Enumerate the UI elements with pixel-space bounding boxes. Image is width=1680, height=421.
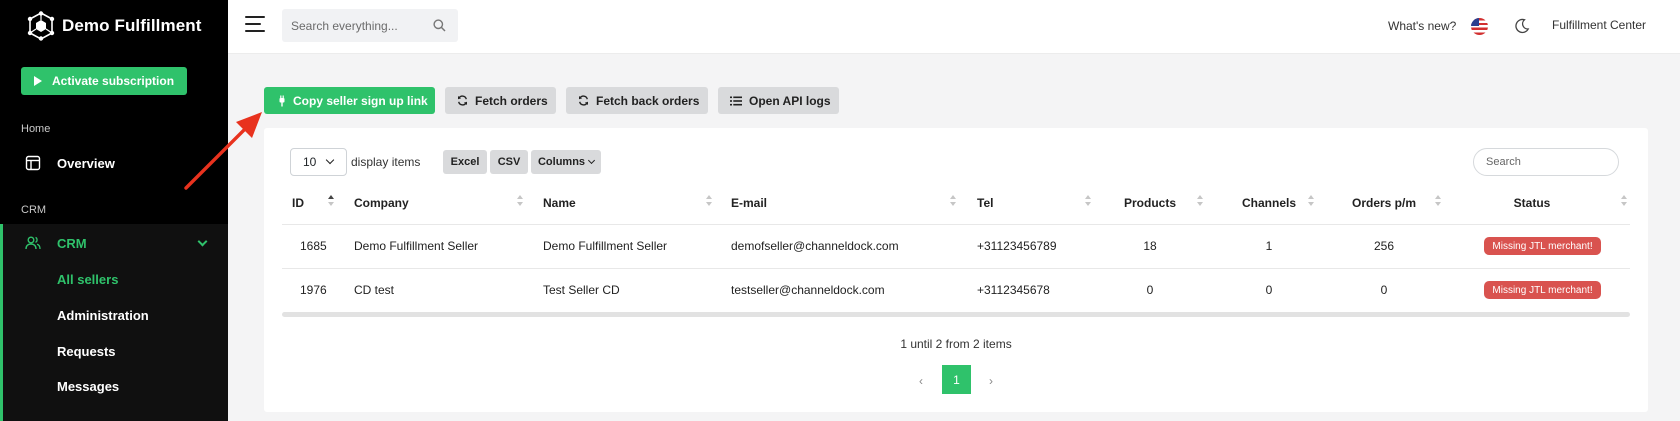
- topbar: What's new? Fulfillment Center: [228, 0, 1680, 54]
- cell-products: 18: [1143, 239, 1157, 253]
- columns-label: Columns: [537, 156, 586, 168]
- sync-icon: [579, 95, 588, 106]
- plug-icon: [279, 95, 285, 106]
- column-header-orders[interactable]: Orders p/m: [1334, 196, 1434, 210]
- column-header-tel[interactable]: Tel: [977, 196, 993, 210]
- layout-icon: [25, 155, 41, 171]
- play-icon: [34, 76, 42, 86]
- cell-orders: 256: [1373, 239, 1395, 253]
- cell-channels: 0: [1265, 283, 1273, 297]
- annotation-arrow-icon: [184, 112, 262, 190]
- brand[interactable]: Demo Fulfillment: [26, 10, 202, 42]
- copy-signup-link-label: Copy seller sign up link: [293, 93, 428, 108]
- sync-icon: [458, 95, 467, 106]
- cell-id: 1685: [300, 239, 327, 253]
- column-header-company[interactable]: Company: [354, 196, 409, 210]
- sidebar-item-crm-label: CRM: [57, 235, 87, 251]
- row-divider: [282, 268, 1630, 269]
- crm-submenu: CRM All sellers Administration Requests …: [0, 224, 228, 421]
- fetch-back-orders-button[interactable]: Fetch back orders: [566, 87, 708, 114]
- chevron-down-icon: [325, 155, 335, 165]
- sort-icon[interactable]: [1620, 194, 1628, 208]
- export-csv-button[interactable]: CSV: [490, 150, 528, 174]
- open-api-logs-label: Open API logs: [749, 93, 831, 108]
- pagination-prev-button[interactable]: ‹: [908, 368, 934, 394]
- cell-name: Test Seller CD: [543, 283, 620, 297]
- status-badge: Missing JTL merchant!: [1484, 281, 1601, 299]
- fetch-back-orders-label: Fetch back orders: [596, 93, 700, 108]
- us-flag-icon[interactable]: [1471, 18, 1488, 35]
- table-search-input[interactable]: [1474, 149, 1604, 175]
- global-search: [282, 9, 458, 42]
- fetch-orders-button[interactable]: Fetch orders: [445, 87, 556, 114]
- whats-new-link[interactable]: What's new?: [1388, 19, 1456, 33]
- columns-dropdown-button[interactable]: Columns: [531, 150, 601, 174]
- sidebar-item-all-sellers[interactable]: All sellers: [57, 272, 118, 287]
- sidebar-item-requests[interactable]: Requests: [57, 344, 116, 359]
- cell-email: demofseller@channeldock.com: [731, 239, 899, 253]
- section-label-crm: CRM: [21, 204, 47, 216]
- export-excel-button[interactable]: Excel: [443, 150, 487, 174]
- users-icon: [25, 236, 41, 250]
- display-items-label: display items: [351, 155, 421, 169]
- account-menu[interactable]: Fulfillment Center: [1552, 18, 1646, 32]
- sort-icon[interactable]: [1084, 194, 1092, 208]
- moon-icon[interactable]: [1514, 18, 1530, 34]
- sort-icon[interactable]: [705, 194, 713, 208]
- search-icon[interactable]: [433, 19, 446, 32]
- cell-company: Demo Fulfillment Seller: [354, 239, 479, 253]
- pagination-info: 1 until 2 from 2 items: [900, 337, 1012, 351]
- global-search-input[interactable]: [282, 9, 422, 42]
- sidebar-item-overview-label: Overview: [57, 155, 115, 171]
- page-length-select[interactable]: 10: [290, 148, 347, 176]
- pagination-page-1[interactable]: 1: [942, 365, 971, 394]
- row-divider: [282, 224, 1630, 225]
- cell-email: testseller@channeldock.com: [731, 283, 885, 297]
- sidebar-item-administration[interactable]: Administration: [57, 308, 149, 323]
- sort-icon[interactable]: [1434, 194, 1442, 208]
- activate-subscription-button[interactable]: Activate subscription: [21, 67, 187, 95]
- column-header-products[interactable]: Products: [1110, 196, 1190, 210]
- cell-products: 0: [1146, 283, 1154, 297]
- cell-id: 1976: [300, 283, 327, 297]
- sellers-table-card: 10 display items Excel CSV Columns ID Co…: [264, 128, 1648, 412]
- cell-name: Demo Fulfillment Seller: [543, 239, 668, 253]
- sort-icon[interactable]: [949, 194, 957, 208]
- table-search: [1473, 148, 1619, 176]
- column-header-name[interactable]: Name: [543, 196, 576, 210]
- brand-name: Demo Fulfillment: [62, 16, 202, 35]
- sidebar-item-messages[interactable]: Messages: [57, 379, 119, 394]
- cell-orders: 0: [1380, 283, 1388, 297]
- sidebar: Demo Fulfillment Activate subscription H…: [0, 0, 228, 421]
- column-header-email[interactable]: E-mail: [731, 196, 767, 210]
- column-header-id[interactable]: ID: [292, 196, 304, 210]
- sort-icon[interactable]: [516, 194, 524, 208]
- open-api-logs-button[interactable]: Open API logs: [718, 87, 839, 114]
- sort-icon[interactable]: [1307, 194, 1315, 208]
- sort-icon[interactable]: [1196, 194, 1204, 208]
- fetch-orders-label: Fetch orders: [475, 93, 548, 108]
- activate-subscription-label: Activate subscription: [52, 74, 175, 88]
- list-icon: [730, 96, 742, 105]
- sidebar-item-crm[interactable]: CRM: [3, 224, 228, 262]
- copy-signup-link-button[interactable]: Copy seller sign up link: [264, 87, 435, 114]
- page-length-value: 10: [303, 155, 317, 169]
- pagination-next-button[interactable]: ›: [978, 368, 1004, 394]
- cell-channels: 1: [1265, 239, 1273, 253]
- horizontal-scrollbar[interactable]: [282, 312, 1630, 317]
- cell-tel: +31123456789: [977, 239, 1057, 253]
- chevron-down-icon: [587, 156, 596, 165]
- cell-company: CD test: [354, 283, 395, 297]
- cell-tel: +3112345678: [977, 283, 1050, 297]
- column-header-channels[interactable]: Channels: [1222, 196, 1316, 210]
- brand-logo-icon: [27, 11, 55, 41]
- status-badge: Missing JTL merchant!: [1484, 237, 1601, 255]
- sort-asc-icon[interactable]: [327, 194, 335, 208]
- menu-toggle-icon[interactable]: [245, 16, 267, 34]
- column-header-status[interactable]: Status: [1460, 196, 1604, 210]
- chevron-down-icon: [197, 236, 208, 247]
- section-label-home: Home: [21, 123, 51, 135]
